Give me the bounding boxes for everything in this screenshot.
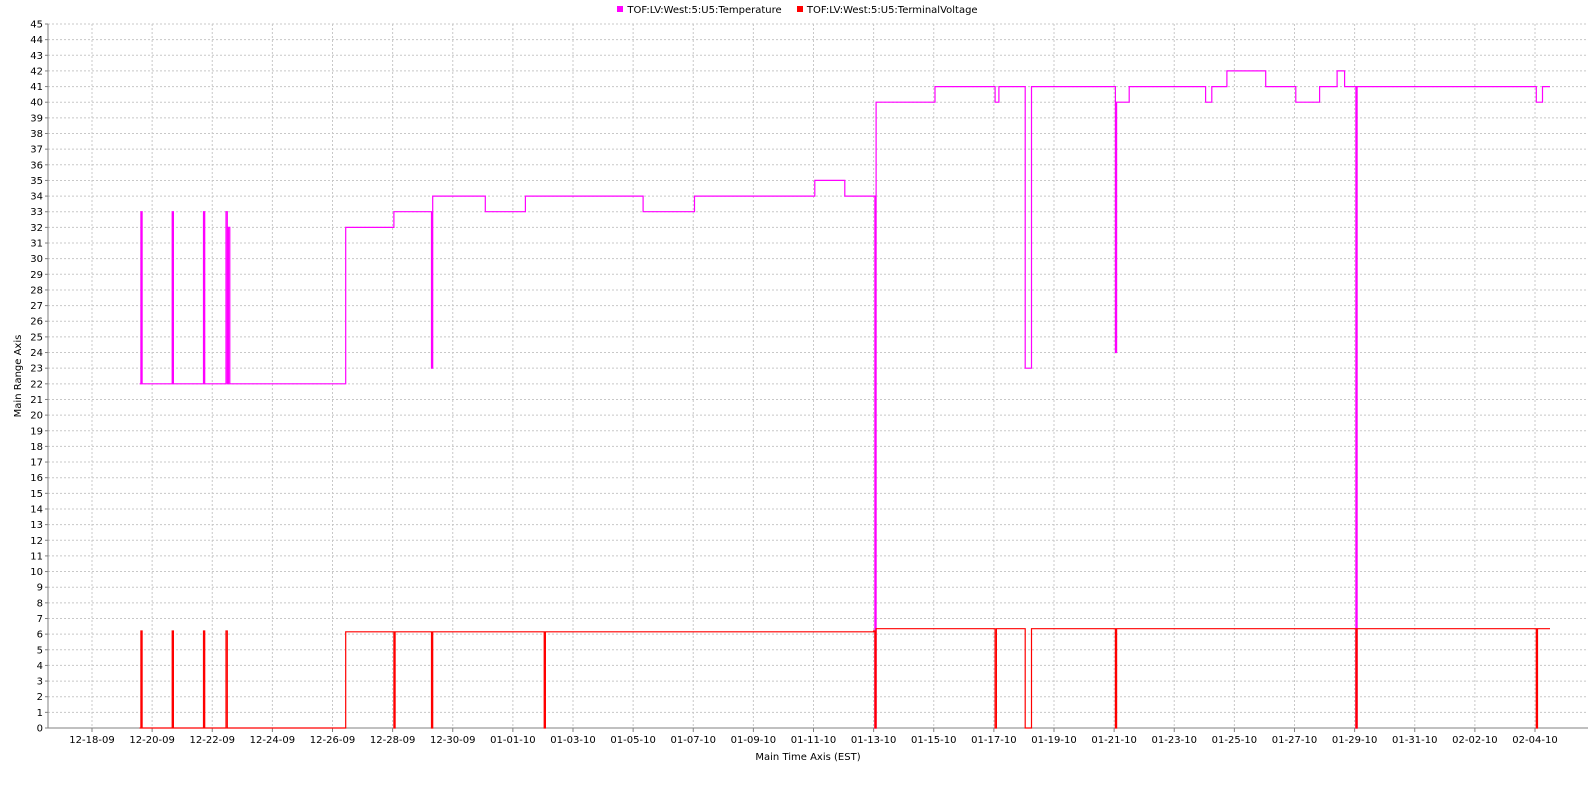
y-tick-label: 26 xyxy=(30,317,43,328)
x-tick-label: 01-19-10 xyxy=(1031,735,1076,746)
y-tick-label: 30 xyxy=(30,254,43,265)
x-tick-label: 01-29-10 xyxy=(1332,735,1377,746)
x-axis-title: Main Time Axis (EST) xyxy=(755,752,860,763)
y-tick-label: 36 xyxy=(30,160,43,171)
y-tick-label: 20 xyxy=(30,411,43,422)
x-tick-label: 01-01-10 xyxy=(490,735,535,746)
y-tick-label: 3 xyxy=(37,677,43,688)
x-tick-label: 12-22-09 xyxy=(190,735,235,746)
x-tick-label: 01-05-10 xyxy=(610,735,655,746)
x-tick-label: 01-25-10 xyxy=(1212,735,1257,746)
y-tick-label: 7 xyxy=(37,614,43,625)
y-tick-label: 8 xyxy=(37,598,43,609)
y-tick-label: 17 xyxy=(30,458,43,469)
x-tick-label: 01-09-10 xyxy=(731,735,776,746)
y-tick-label: 6 xyxy=(37,630,43,641)
y-tick-label: 22 xyxy=(30,379,43,390)
y-tick-label: 19 xyxy=(30,426,43,437)
y-tick-label: 16 xyxy=(30,473,43,484)
y-tick-label: 14 xyxy=(30,504,43,515)
y-tick-label: 10 xyxy=(30,567,43,578)
y-tick-label: 28 xyxy=(30,285,43,296)
y-tick-label: 25 xyxy=(30,332,43,343)
y-tick-label: 45 xyxy=(30,20,43,31)
y-tick-label: 29 xyxy=(30,270,43,281)
x-tick-label: 12-28-09 xyxy=(370,735,415,746)
x-tick-label: 01-27-10 xyxy=(1272,735,1317,746)
y-tick-label: 34 xyxy=(30,192,43,203)
y-tick-label: 37 xyxy=(30,145,43,156)
y-tick-label: 12 xyxy=(30,536,43,547)
y-tick-label: 27 xyxy=(30,301,43,312)
y-tick-label: 4 xyxy=(37,661,43,672)
y-tick-label: 40 xyxy=(30,98,43,109)
x-tick-label: 01-23-10 xyxy=(1152,735,1197,746)
y-tick-label: 13 xyxy=(30,520,43,531)
y-tick-label: 0 xyxy=(37,724,43,735)
y-tick-label: 44 xyxy=(30,35,43,46)
x-tick-label: 12-18-09 xyxy=(69,735,114,746)
x-tick-label: 02-04-10 xyxy=(1512,735,1557,746)
x-tick-label: 01-31-10 xyxy=(1392,735,1437,746)
x-tick-label: 01-13-10 xyxy=(851,735,896,746)
y-tick-label: 24 xyxy=(30,348,43,359)
y-tick-label: 18 xyxy=(30,442,43,453)
x-tick-label: 01-03-10 xyxy=(550,735,595,746)
y-tick-label: 23 xyxy=(30,364,43,375)
y-tick-label: 39 xyxy=(30,113,43,124)
line-chart: 0123456789101112131415161718192021222324… xyxy=(13,20,1588,763)
x-tick-label: 12-30-09 xyxy=(430,735,475,746)
y-tick-label: 5 xyxy=(37,645,43,656)
x-tick-label: 12-24-09 xyxy=(250,735,295,746)
y-tick-label: 32 xyxy=(30,223,43,234)
x-tick-label: 01-07-10 xyxy=(671,735,716,746)
x-tick-label: 01-17-10 xyxy=(971,735,1016,746)
y-tick-label: 1 xyxy=(37,708,43,719)
x-tick-label: 01-21-10 xyxy=(1091,735,1136,746)
y-tick-label: 21 xyxy=(30,395,43,406)
y-tick-label: 15 xyxy=(30,489,43,500)
y-tick-label: 9 xyxy=(37,583,43,594)
y-tick-label: 43 xyxy=(30,51,43,62)
y-tick-label: 38 xyxy=(30,129,43,140)
y-tick-label: 2 xyxy=(37,692,43,703)
x-tick-label: 01-15-10 xyxy=(911,735,956,746)
y-tick-label: 41 xyxy=(30,82,43,93)
y-tick-label: 42 xyxy=(30,66,43,77)
x-tick-label: 12-20-09 xyxy=(129,735,174,746)
x-tick-label: 01-11-10 xyxy=(791,735,836,746)
y-axis-title: Main Range Axis xyxy=(13,335,24,418)
x-tick-label: 02-02-10 xyxy=(1452,735,1497,746)
x-tick-label: 12-26-09 xyxy=(310,735,355,746)
y-tick-label: 11 xyxy=(30,551,43,562)
y-tick-label: 35 xyxy=(30,176,43,187)
y-tick-label: 31 xyxy=(30,239,43,250)
y-tick-label: 33 xyxy=(30,207,43,218)
